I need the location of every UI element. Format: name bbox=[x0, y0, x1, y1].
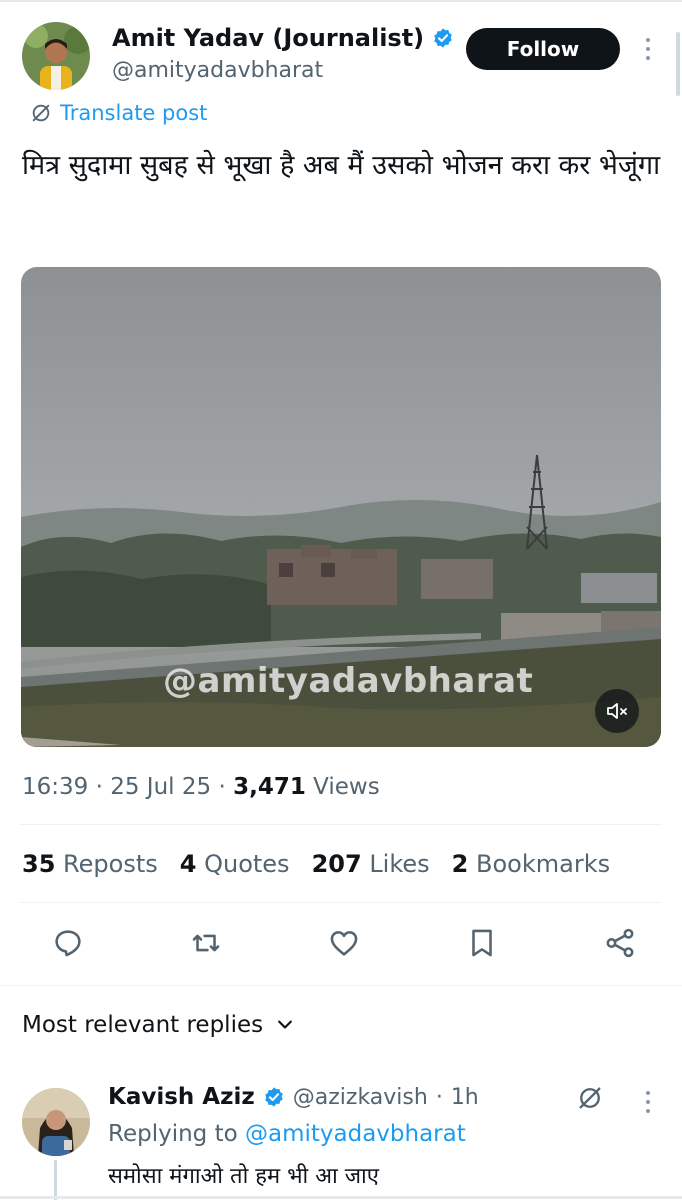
meta-separator: · bbox=[435, 1084, 443, 1110]
divider bbox=[20, 824, 662, 825]
reply-author-name[interactable]: Kavish Aziz bbox=[108, 1084, 255, 1110]
chevron-down-icon bbox=[275, 1015, 295, 1035]
likes-stat[interactable]: 207 Likes bbox=[312, 850, 430, 878]
reply-context: Replying to @amityadavbharat bbox=[108, 1121, 466, 1147]
grok-icon[interactable] bbox=[576, 1084, 604, 1112]
translate-post-link[interactable]: Translate post bbox=[30, 101, 207, 125]
author-handle[interactable]: @amityadavbharat bbox=[112, 58, 323, 83]
meta-separator: · bbox=[218, 774, 234, 800]
bookmarks-count: 2 bbox=[451, 850, 469, 878]
verified-badge-icon bbox=[263, 1086, 285, 1108]
more-options-icon[interactable] bbox=[645, 38, 651, 60]
reply-avatar[interactable] bbox=[22, 1088, 90, 1156]
post-date[interactable]: 25 Jul 25 bbox=[110, 774, 211, 800]
bookmarks-label: Bookmarks bbox=[476, 850, 611, 878]
quotes-stat[interactable]: 4 Quotes bbox=[180, 850, 290, 878]
follow-button[interactable]: Follow bbox=[466, 28, 620, 70]
mute-icon bbox=[605, 699, 629, 723]
meta-separator: · bbox=[95, 774, 111, 800]
verified-badge-icon bbox=[432, 27, 454, 49]
reposts-stat[interactable]: 35 Reposts bbox=[22, 850, 158, 878]
reply-more-options-icon[interactable] bbox=[645, 1091, 651, 1113]
quotes-count: 4 bbox=[179, 850, 197, 878]
post-text: मित्र सुदामा सुबह से भूखा है अब मैं उसको… bbox=[22, 150, 661, 181]
replies-sort-dropdown[interactable]: Most relevant replies bbox=[22, 1012, 295, 1038]
post-stats: 35 Reposts 4 Quotes 207 Likes 2 Bookmark… bbox=[22, 850, 610, 878]
mute-button[interactable] bbox=[595, 689, 639, 733]
replies-heading: Most relevant replies bbox=[22, 1012, 264, 1038]
replying-to-prefix: Replying to bbox=[108, 1121, 238, 1147]
divider bbox=[20, 902, 662, 903]
author-name[interactable]: Amit Yadav (Journalist) bbox=[112, 24, 424, 52]
like-icon[interactable] bbox=[324, 923, 364, 963]
post-meta: 16:39 · 25 Jul 25 · 3,471 Views bbox=[22, 774, 380, 800]
repost-icon[interactable] bbox=[186, 923, 226, 963]
views-count: 3,471 bbox=[233, 774, 306, 800]
bookmark-icon[interactable] bbox=[462, 923, 502, 963]
author-avatar[interactable] bbox=[22, 22, 90, 90]
author-name-row: Amit Yadav (Journalist) bbox=[112, 24, 454, 52]
post-video[interactable]: @amityadavbharat bbox=[21, 267, 661, 747]
bookmarks-stat[interactable]: 2 Bookmarks bbox=[452, 850, 610, 878]
reply-text: समोसा मंगाओ तो हम भी आ जाए bbox=[108, 1164, 379, 1189]
reply-thread-line bbox=[54, 1160, 57, 1200]
post-time[interactable]: 16:39 bbox=[22, 774, 88, 800]
reposts-label: Reposts bbox=[63, 850, 158, 878]
video-watermark: @amityadavbharat bbox=[163, 661, 534, 701]
divider bbox=[0, 985, 682, 986]
quotes-label: Quotes bbox=[204, 850, 290, 878]
reposts-count: 35 bbox=[22, 850, 56, 878]
views-label: Views bbox=[313, 774, 380, 800]
follow-button-label: Follow bbox=[506, 37, 580, 61]
action-bar bbox=[48, 923, 640, 963]
reply-icon[interactable] bbox=[48, 923, 88, 963]
scrollbar[interactable] bbox=[676, 32, 680, 96]
share-icon[interactable] bbox=[600, 923, 640, 963]
likes-count: 207 bbox=[311, 850, 362, 878]
top-border bbox=[0, 0, 682, 2]
translate-post-label: Translate post bbox=[60, 101, 208, 125]
likes-label: Likes bbox=[369, 850, 430, 878]
reply-header: Kavish Aziz @azizkavish · 1h bbox=[108, 1084, 479, 1110]
translate-icon bbox=[30, 102, 52, 124]
reply-age[interactable]: 1h bbox=[451, 1085, 479, 1110]
reply-author-handle[interactable]: @azizkavish bbox=[293, 1085, 428, 1110]
replying-to-handle[interactable]: @amityadavbharat bbox=[245, 1121, 466, 1147]
